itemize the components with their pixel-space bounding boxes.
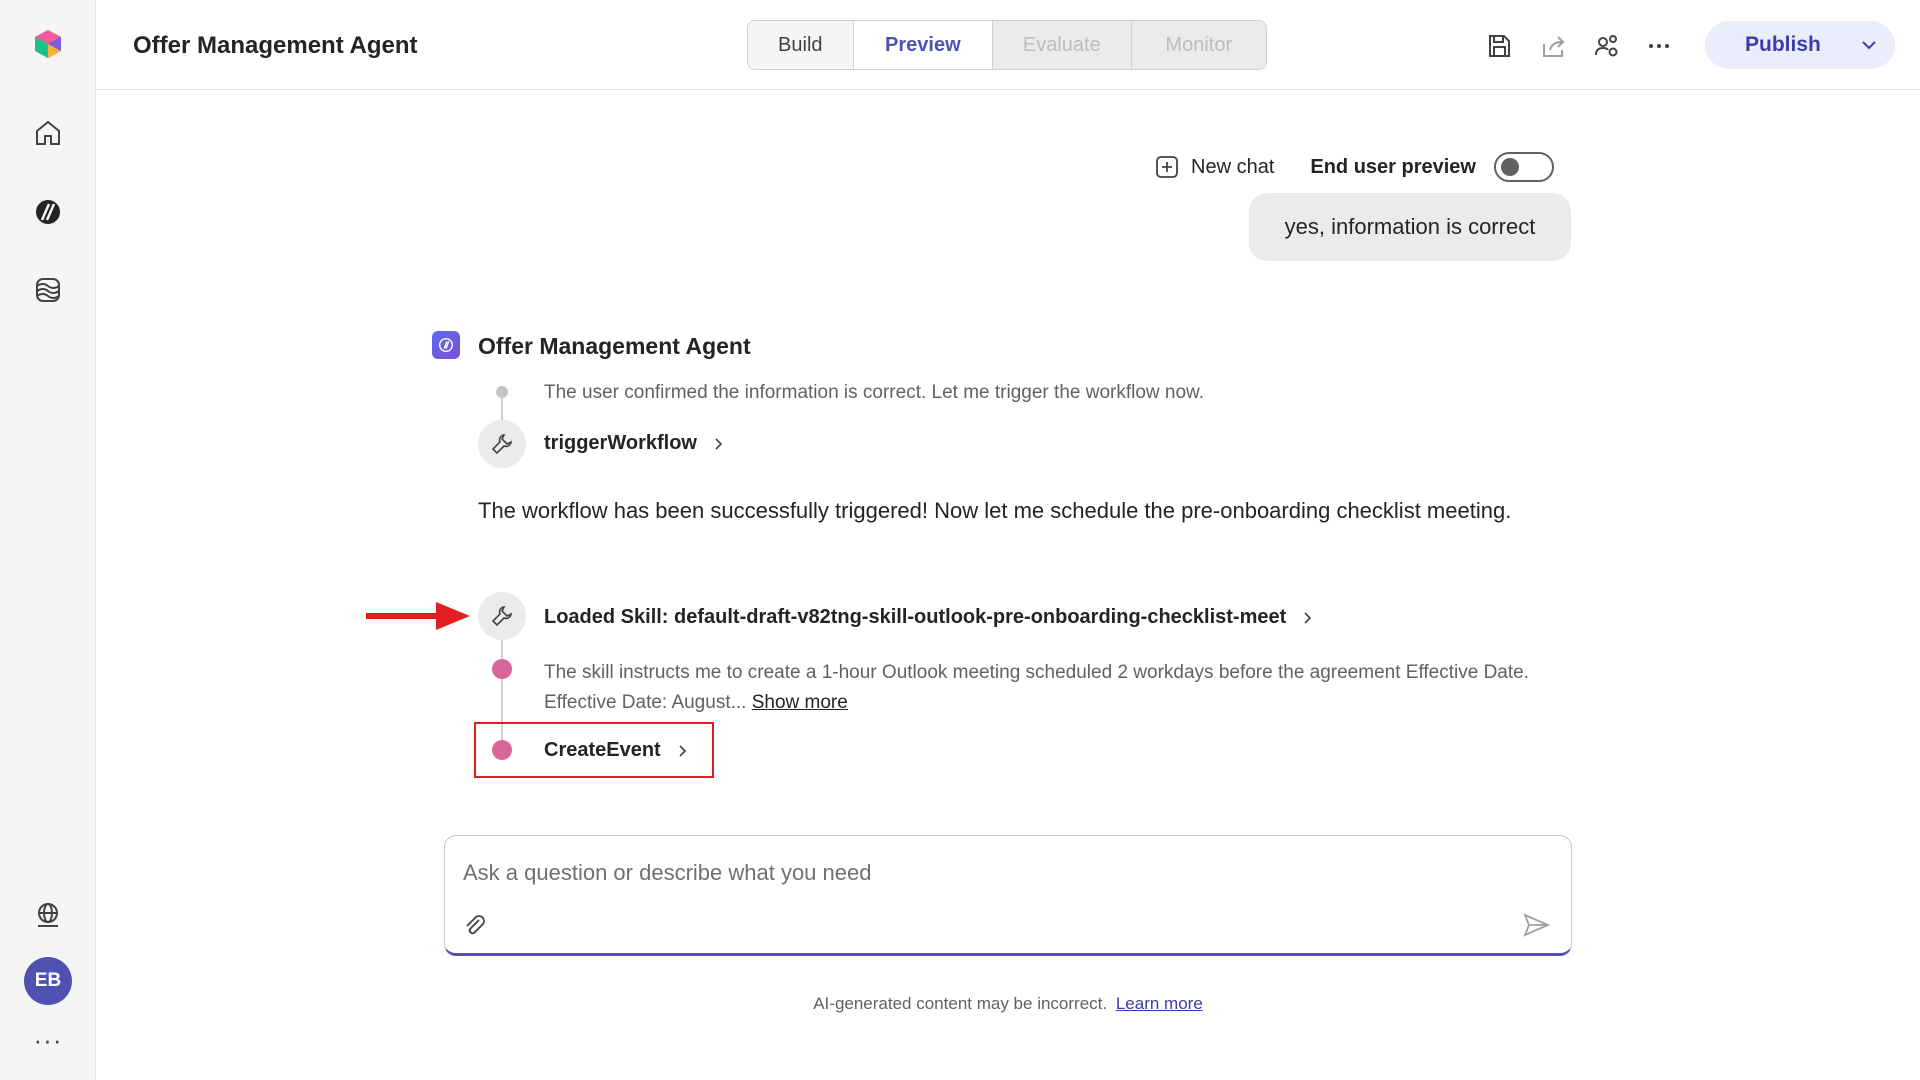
share-icon: [1543, 36, 1565, 57]
end-user-preview-toggle[interactable]: [1494, 152, 1554, 182]
toggle-knob: [1501, 158, 1519, 176]
show-more-link[interactable]: Show more: [752, 692, 848, 713]
rail-environment[interactable]: [24, 891, 72, 939]
chevron-right-icon: [1304, 611, 1312, 624]
tool-name: triggerWorkflow: [544, 432, 697, 454]
annotation-highlight-box: [474, 722, 714, 778]
share-button[interactable]: [1536, 28, 1572, 64]
user-message-bubble: yes, information is correct: [1249, 193, 1571, 261]
chat-input[interactable]: [463, 856, 1523, 890]
wrench-icon: [491, 434, 512, 455]
rail-home[interactable]: [24, 109, 72, 157]
rail-more-icon[interactable]: ···: [24, 1016, 72, 1064]
ai-disclaimer: AI-generated content may be incorrect. L…: [0, 994, 1920, 1014]
new-chat-label: New chat: [1191, 155, 1275, 178]
page-title: Offer Management Agent: [133, 32, 418, 59]
end-user-preview-label: End user preview: [1310, 155, 1476, 178]
add-square-icon: [1156, 156, 1178, 178]
chevron-right-icon: [715, 437, 723, 450]
tab-monitor: Monitor: [1131, 21, 1266, 69]
top-header: Offer Management Agent Build Preview Eva…: [96, 0, 1920, 90]
more-options-button[interactable]: [1641, 28, 1677, 64]
copilot-logo-icon: [35, 30, 61, 58]
chat-controls: New chat End user preview: [1155, 150, 1554, 184]
attach-icon[interactable]: [461, 912, 487, 938]
globe-settings-icon: [38, 903, 58, 927]
disclaimer-text: AI-generated content may be incorrect.: [813, 994, 1108, 1013]
thought-dot: [492, 659, 512, 679]
tool-step-loaded-skill: [478, 592, 526, 640]
more-icon: [1649, 44, 1669, 48]
left-rail: EB ···: [0, 0, 96, 1080]
agent-avatar: [432, 331, 460, 359]
send-icon[interactable]: [1521, 910, 1551, 940]
knowledge-icon: [36, 278, 60, 302]
red-arrow-icon: [366, 602, 470, 630]
thought-dot: [496, 386, 508, 398]
tab-preview[interactable]: Preview: [853, 21, 994, 69]
agent-icon: [36, 200, 60, 224]
agent-name: Offer Management Agent: [478, 333, 751, 359]
save-icon: [1489, 35, 1510, 57]
new-chat-button[interactable]: New chat: [1155, 155, 1274, 179]
annotation-arrow: [366, 600, 470, 632]
publish-button[interactable]: Publish: [1705, 21, 1895, 69]
tool-step-trigger-workflow: [478, 420, 526, 468]
thought-text: The user confirmed the information is co…: [544, 382, 1204, 403]
learn-more-link[interactable]: Learn more: [1116, 994, 1203, 1013]
chevron-down-icon[interactable]: [1859, 35, 1879, 55]
rail-agents[interactable]: [24, 188, 72, 236]
tool-trigger-workflow[interactable]: triggerWorkflow: [544, 432, 725, 455]
chat-composer: [444, 835, 1572, 956]
tab-evaluate: Evaluate: [993, 21, 1132, 69]
tab-build[interactable]: Build: [748, 21, 854, 69]
permissions-button[interactable]: [1589, 28, 1625, 64]
skill-thought-text: The skill instructs me to create a 1-hou…: [544, 662, 1529, 713]
step-connector: [501, 398, 503, 420]
people-settings-icon: [1595, 35, 1618, 57]
publish-label: Publish: [1745, 33, 1821, 56]
home-icon: [36, 120, 60, 145]
agent-icon: [438, 337, 454, 353]
tool-loaded-skill[interactable]: Loaded Skill: default-draft-v82tng-skill…: [544, 606, 1314, 629]
save-button[interactable]: [1481, 28, 1517, 64]
rail-knowledge[interactable]: [24, 266, 72, 314]
agent-message: The workflow has been successfully trigg…: [478, 498, 1512, 523]
app-logo[interactable]: [24, 20, 72, 68]
wrench-icon: [491, 606, 512, 627]
skill-thought: The skill instructs me to create a 1-hou…: [544, 658, 1584, 718]
mode-tabs: Build Preview Evaluate Monitor: [747, 20, 1267, 70]
tool-name: Loaded Skill: default-draft-v82tng-skill…: [544, 606, 1287, 628]
